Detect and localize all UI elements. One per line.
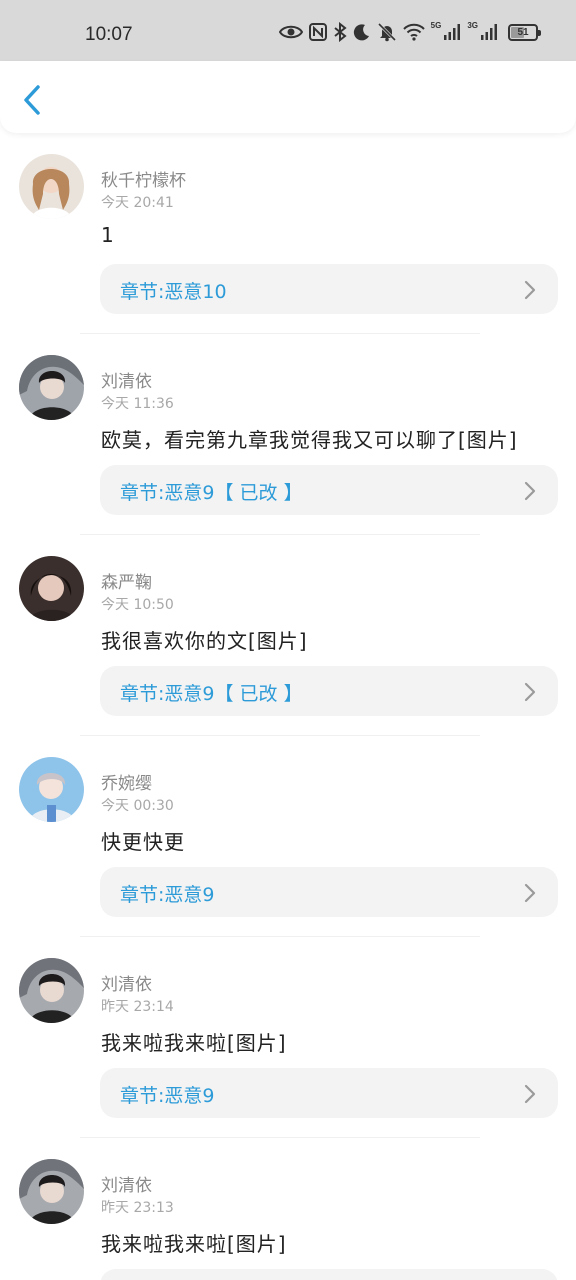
comment-item: 森严鞠 今天 10:50 我很喜欢你的文[图片] 章节:恶意9【 已改 】 bbox=[0, 535, 576, 736]
comment-text: 1 bbox=[101, 223, 115, 247]
comment-text: 快更快更 bbox=[101, 830, 185, 854]
status-icons: 5G 3G 51 bbox=[278, 20, 541, 42]
comment-item: 秋千柠檬杯 今天 20:41 1 章节:恶意10 bbox=[0, 133, 576, 334]
nfc-icon bbox=[308, 23, 327, 41]
comment-username[interactable]: 刘清依 bbox=[101, 970, 152, 995]
bluetooth-icon bbox=[334, 22, 347, 42]
back-button[interactable] bbox=[16, 83, 48, 117]
network-type-1: 5G bbox=[430, 20, 442, 30]
comment-text: 我来啦我来啦[图片] bbox=[101, 1232, 287, 1256]
chevron-right-icon bbox=[524, 280, 536, 300]
signal-icon bbox=[444, 24, 461, 40]
avatar[interactable] bbox=[19, 154, 84, 219]
comment-text: 我很喜欢你的文[图片] bbox=[101, 629, 308, 653]
comment-text: 欧莫，看完第九章我觉得我又可以聊了[图片] bbox=[101, 428, 518, 452]
comment-item: 刘清依 昨天 23:14 我来啦我来啦[图片] 章节:恶意9 bbox=[0, 937, 576, 1138]
comment-item: 刘清依 昨天 23:13 我来啦我来啦[图片] bbox=[0, 1138, 576, 1280]
avatar[interactable] bbox=[19, 1159, 84, 1224]
battery-level: 51 bbox=[517, 26, 529, 38]
comment-time: 今天 11:36 bbox=[101, 396, 174, 412]
network-type-2: 3G bbox=[467, 20, 478, 30]
battery-icon: 51 bbox=[508, 23, 541, 41]
comment-item: 刘清依 今天 11:36 欧莫，看完第九章我觉得我又可以聊了[图片] 章节:恶意… bbox=[0, 334, 576, 535]
status-time: 10:07 bbox=[85, 24, 133, 45]
comment-item: 乔婉缨 今天 00:30 快更快更 章节:恶意9 bbox=[0, 736, 576, 937]
comment-username[interactable]: 刘清依 bbox=[101, 1171, 152, 1196]
chapter-label: 章节:恶意9 bbox=[120, 884, 215, 906]
chapter-label: 章节:恶意9【 已改 】 bbox=[120, 683, 303, 705]
comment-text: 我来啦我来啦[图片] bbox=[101, 1031, 287, 1055]
wifi-icon bbox=[402, 23, 425, 41]
chapter-link[interactable]: 章节:恶意9【 已改 】 bbox=[100, 666, 558, 716]
comment-list: 秋千柠檬杯 今天 20:41 1 章节:恶意10 刘清依 今天 11:36 欧莫… bbox=[0, 133, 576, 1280]
chapter-label: 章节:恶意9【 已改 】 bbox=[120, 482, 303, 504]
chevron-right-icon bbox=[524, 682, 536, 702]
chevron-right-icon bbox=[524, 1084, 536, 1104]
chevron-left-icon bbox=[24, 85, 40, 115]
comment-time: 今天 20:41 bbox=[101, 195, 174, 211]
chapter-link[interactable]: 章节:恶意9 bbox=[100, 1068, 558, 1118]
signal-icon bbox=[481, 24, 497, 40]
comment-time: 今天 10:50 bbox=[101, 597, 174, 613]
comment-username[interactable]: 刘清依 bbox=[101, 367, 152, 392]
comment-username[interactable]: 森严鞠 bbox=[101, 568, 152, 593]
bell-off-icon bbox=[377, 22, 396, 42]
avatar[interactable] bbox=[19, 958, 84, 1023]
avatar[interactable] bbox=[19, 556, 84, 621]
chapter-link[interactable]: 章节:恶意10 bbox=[100, 264, 558, 314]
chapter-link[interactable]: 章节:恶意9 bbox=[100, 867, 558, 917]
chapter-label: 章节:恶意10 bbox=[120, 281, 227, 303]
avatar[interactable] bbox=[19, 757, 84, 822]
avatar[interactable] bbox=[19, 355, 84, 420]
chevron-right-icon bbox=[524, 481, 536, 501]
moon-icon bbox=[353, 24, 369, 41]
comment-time: 今天 00:30 bbox=[101, 798, 174, 814]
nav-bar bbox=[0, 61, 576, 133]
chapter-label: 章节:恶意9 bbox=[120, 1085, 215, 1107]
comment-time: 昨天 23:14 bbox=[101, 999, 174, 1015]
comment-time: 昨天 23:13 bbox=[101, 1200, 174, 1216]
chapter-link[interactable] bbox=[100, 1269, 558, 1280]
comment-username[interactable]: 秋千柠檬杯 bbox=[101, 166, 186, 191]
chevron-right-icon bbox=[524, 883, 536, 903]
comment-username[interactable]: 乔婉缨 bbox=[101, 769, 152, 794]
status-bar: 10:07 5G 3G 51 bbox=[0, 0, 576, 61]
chapter-link[interactable]: 章节:恶意9【 已改 】 bbox=[100, 465, 558, 515]
eye-icon bbox=[278, 25, 303, 39]
